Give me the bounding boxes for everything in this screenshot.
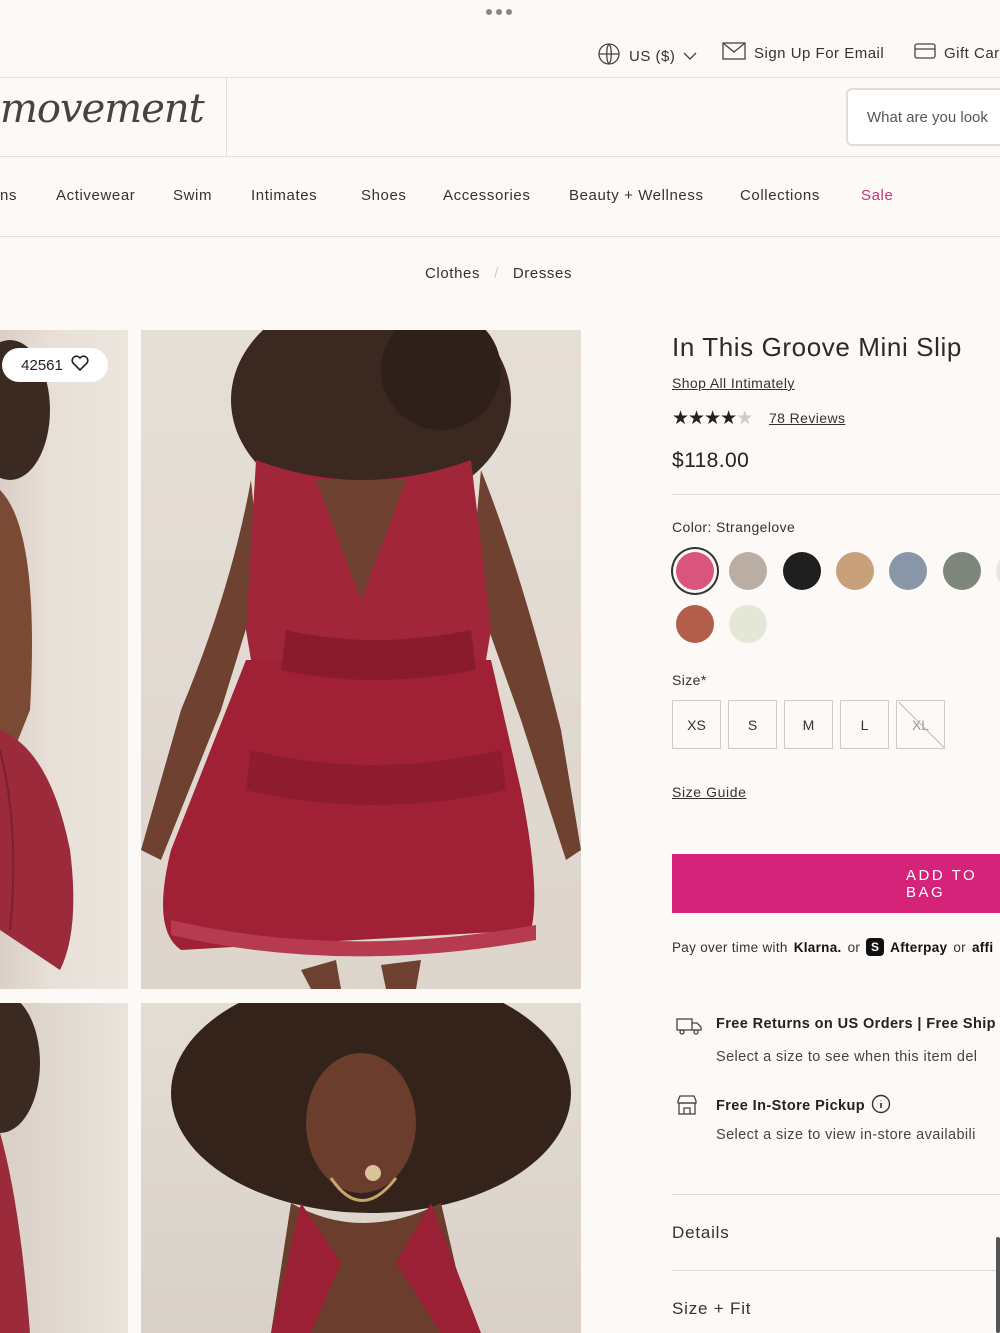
nav-item-sale[interactable]: Sale: [861, 187, 893, 204]
wishlist-button[interactable]: 42561: [2, 348, 108, 382]
chevron-down-icon: [683, 48, 697, 65]
size-option-m[interactable]: M: [784, 700, 833, 749]
color-swatch[interactable]: [729, 605, 767, 643]
color-swatch[interactable]: [676, 552, 714, 590]
nav-item-beauty-wellness[interactable]: Beauty + Wellness: [569, 187, 704, 204]
size-guide-link[interactable]: Size Guide: [672, 784, 746, 800]
nav-item-activewear[interactable]: Activewear: [56, 187, 135, 204]
nav-item-intimates[interactable]: Intimates: [251, 187, 317, 204]
pay-prefix: Pay over time with: [672, 939, 788, 955]
email-signup-label: Sign Up For Email: [754, 44, 885, 62]
size-option-l[interactable]: L: [840, 700, 889, 749]
truck-icon: [676, 1016, 702, 1041]
nav-item-collections[interactable]: Collections: [740, 187, 820, 204]
globe-icon: [597, 42, 621, 70]
gift-card-link[interactable]: Gift Car: [914, 42, 1000, 64]
nav-item-shoes[interactable]: Shoes: [361, 187, 407, 204]
gift-card-label: Gift Car: [944, 44, 1000, 62]
wishlist-count: 42561: [21, 356, 63, 374]
store-icon: [676, 1094, 698, 1121]
divider: [672, 494, 1000, 495]
product-photo-3[interactable]: [0, 1003, 128, 1333]
size-option-xs[interactable]: XS: [672, 700, 721, 749]
color-swatch[interactable]: [783, 552, 821, 590]
email-signup-link[interactable]: Sign Up For Email: [722, 42, 884, 64]
info-icon[interactable]: [871, 1094, 891, 1118]
main-nav: ns Activewear Swim Intimates Shoes Acces…: [0, 157, 1000, 237]
nav-item-swim[interactable]: Swim: [173, 187, 212, 204]
star-icon: ★: [688, 408, 705, 429]
envelope-icon: [722, 42, 746, 64]
nav-item-truncated[interactable]: ns: [0, 187, 17, 204]
browser-top-bar: [0, 0, 1000, 26]
breadcrumb: Clothes / Dresses: [425, 265, 572, 282]
breadcrumb-separator: /: [494, 265, 499, 282]
size-label: Size*: [672, 672, 707, 688]
free-returns-subtext: Select a size to see when this item del: [716, 1049, 978, 1065]
star-icon: ★: [672, 408, 689, 429]
color-swatch[interactable]: [889, 552, 927, 590]
free-returns-heading: Free Returns on US Orders | Free Ship: [716, 1016, 996, 1032]
color-label: Color: Strangelove: [672, 519, 796, 535]
scrollbar[interactable]: [996, 1237, 1000, 1333]
star-empty-icon: ★: [736, 408, 753, 429]
affirm-logo[interactable]: affi: [972, 940, 993, 955]
site-logo[interactable]: movement: [0, 86, 205, 132]
color-swatch[interactable]: [836, 552, 874, 590]
locale-label: US ($): [629, 47, 676, 65]
product-price: $118.00: [672, 449, 750, 472]
add-to-bag-button[interactable]: ADD TO BAG: [672, 854, 1000, 913]
locale-selector[interactable]: US ($): [597, 42, 697, 70]
header-divider: [226, 78, 227, 157]
color-swatch[interactable]: [729, 552, 767, 590]
in-store-pickup-label: Free In-Store Pickup: [716, 1098, 866, 1114]
rating-stars: ★★★★★: [672, 407, 753, 430]
size-option-xl[interactable]: XL: [896, 700, 945, 749]
size-fit-accordion[interactable]: Size + Fit: [672, 1299, 751, 1319]
nav-item-accessories[interactable]: Accessories: [443, 187, 530, 204]
pay-or-2: or: [953, 939, 966, 955]
afterpay-icon: S: [866, 938, 885, 956]
product-photo-2[interactable]: [141, 330, 581, 989]
product-photo-1[interactable]: [0, 330, 128, 989]
utility-bar: US ($) Sign Up For Email Gift Car: [0, 26, 1000, 78]
color-swatch[interactable]: [996, 552, 1000, 590]
more-dots-icon[interactable]: [486, 9, 512, 15]
afterpay-logo[interactable]: Afterpay: [890, 940, 947, 955]
pay-or: or: [847, 939, 861, 955]
klarna-logo[interactable]: Klarna.: [794, 940, 842, 955]
search-input[interactable]: What are you look: [846, 88, 1000, 146]
in-store-pickup-subtext: Select a size to view in-store availabil…: [716, 1127, 976, 1143]
breadcrumb-clothes[interactable]: Clothes: [425, 265, 480, 282]
divider: [672, 1270, 1000, 1271]
gift-card-icon: [914, 42, 936, 64]
in-store-pickup-heading: Free In-Store Pickup: [716, 1094, 891, 1118]
site-header: movement What are you look: [0, 78, 1000, 157]
details-accordion[interactable]: Details: [672, 1223, 730, 1243]
product-title: In This Groove Mini Slip: [672, 332, 962, 362]
divider: [672, 1194, 1000, 1195]
size-option-s[interactable]: S: [728, 700, 777, 749]
product-photo-4[interactable]: [141, 1003, 581, 1333]
reviews-link[interactable]: 78 Reviews: [769, 410, 845, 426]
color-swatch[interactable]: [676, 605, 714, 643]
color-swatch[interactable]: [943, 552, 981, 590]
shop-all-link[interactable]: Shop All Intimately: [672, 375, 795, 391]
star-icon: ★: [720, 408, 737, 429]
pay-over-time: Pay over time with Klarna. or S Afterpay…: [672, 938, 993, 956]
breadcrumb-dresses[interactable]: Dresses: [513, 265, 572, 282]
heart-icon: [71, 355, 89, 375]
star-icon: ★: [704, 408, 721, 429]
